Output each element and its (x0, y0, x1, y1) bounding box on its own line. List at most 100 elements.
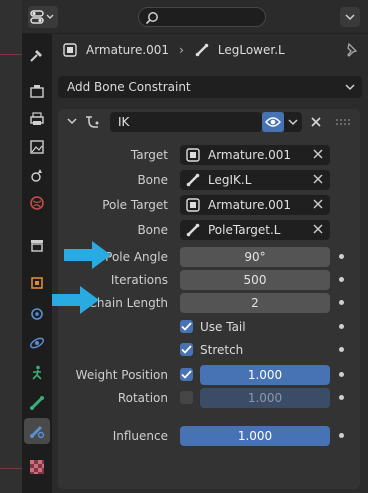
close-icon[interactable] (310, 116, 322, 128)
armature-figure-icon (32, 365, 42, 380)
rotation-row: Rotation 1.000 (58, 388, 360, 408)
rotation-slider[interactable]: 1.000 (200, 388, 330, 408)
tab-modifiers[interactable] (24, 300, 50, 326)
target-field[interactable]: Armature.001 (180, 145, 330, 165)
properties-editor-icon (30, 10, 54, 24)
physics-icon (29, 337, 45, 349)
keyframe-dot[interactable] (339, 433, 344, 438)
iterations-field[interactable]: 500 (180, 270, 330, 290)
search-input[interactable] (138, 7, 266, 27)
bone-constraint-icon (30, 425, 45, 439)
chain-length-value: 2 (251, 296, 259, 310)
tab-texture[interactable] (24, 454, 50, 480)
pole-target-field[interactable]: Armature.001 (180, 195, 330, 215)
rotation-checkbox[interactable] (180, 391, 193, 404)
add-bone-constraint-dropdown[interactable]: Add Bone Constraint (58, 76, 362, 98)
keyframe-dot[interactable] (339, 300, 344, 305)
annotation-arrow-chain-length (52, 286, 99, 314)
keyframe-dot[interactable] (339, 324, 344, 329)
pole-target-label: Pole Target (102, 198, 168, 212)
keyframe-dot[interactable] (339, 372, 344, 377)
eye-icon (265, 117, 281, 127)
constraint-menu-button[interactable] (284, 112, 302, 132)
modifier-icon (31, 308, 43, 320)
tab-object[interactable] (24, 270, 50, 296)
stretch-row: Stretch (58, 340, 360, 360)
iterations-label: Iterations (110, 273, 168, 287)
chevron-down-icon (345, 84, 355, 91)
tab-bone[interactable] (24, 390, 50, 416)
tab-physics[interactable] (24, 330, 50, 356)
pole-bone-field[interactable]: PoleTarget.L (180, 220, 330, 240)
keyframe-dot[interactable] (339, 277, 344, 282)
tab-scene[interactable] (24, 162, 50, 188)
chain-length-field[interactable]: 2 (180, 293, 330, 313)
pin-button[interactable] (344, 42, 358, 61)
bone-field[interactable]: LegIK.L (180, 170, 330, 190)
breadcrumb-separator: › (179, 43, 184, 57)
tab-object-data[interactable] (24, 360, 50, 386)
options-dropdown-button[interactable] (340, 7, 360, 27)
influence-value: 1.000 (237, 429, 273, 443)
breadcrumb: Armature.001 › LegLower.L (52, 34, 368, 66)
use-tail-checkbox[interactable] (180, 320, 193, 333)
tab-bone-constraints[interactable] (24, 418, 50, 444)
influence-row: Influence 1.000 (58, 426, 360, 446)
constraint-header: IK (58, 109, 360, 135)
clear-icon[interactable] (312, 223, 324, 235)
weight-position-value: 1.000 (247, 368, 283, 382)
image-icon (30, 140, 44, 154)
bone-label: Bone (137, 173, 168, 187)
tab-world[interactable] (24, 190, 50, 216)
iterations-value: 500 (243, 273, 267, 287)
ik-constraint-panel: IK Target Armature.001 Bone LegIK.L Pole… (58, 109, 360, 489)
collapse-chevron-icon[interactable] (66, 117, 78, 127)
left-editor-strip (0, 0, 22, 493)
tab-collection[interactable] (24, 232, 50, 258)
visibility-toggle[interactable] (262, 112, 284, 132)
keyframe-dot[interactable] (339, 347, 344, 352)
weight-position-row: Weight Position 1.000 (58, 365, 360, 385)
ik-constraint-icon (86, 116, 99, 128)
pole-bone-value: PoleTarget.L (208, 223, 281, 237)
breadcrumb-armature: Armature.001 (86, 43, 170, 57)
divider-line (0, 468, 22, 469)
tab-view-layer[interactable] (24, 134, 50, 160)
scene-icon (31, 169, 42, 182)
pole-angle-field[interactable]: 90° (180, 247, 330, 267)
bone-icon (194, 42, 210, 58)
pole-bone-label: Bone (137, 223, 168, 237)
properties-tabs (22, 34, 52, 493)
constraint-name-input[interactable]: IK (110, 112, 262, 132)
clear-icon[interactable] (312, 198, 324, 210)
use-tail-label: Use Tail (200, 320, 246, 334)
divider-line (0, 54, 22, 55)
object-icon (31, 277, 43, 289)
influence-label: Influence (112, 429, 168, 443)
pole-target-row: Pole Target Armature.001 (58, 195, 360, 215)
checkmark-icon (181, 345, 192, 354)
drag-handle-icon[interactable] (336, 119, 352, 125)
weight-position-slider[interactable]: 1.000 (200, 365, 330, 385)
armature-data-icon (186, 148, 200, 162)
tab-render[interactable] (24, 78, 50, 104)
constraint-name: IK (118, 115, 130, 129)
tab-output[interactable] (24, 106, 50, 132)
clear-icon[interactable] (312, 148, 324, 160)
breadcrumb-bone: LegLower.L (217, 43, 285, 57)
checkmark-icon (181, 322, 192, 331)
keyframe-dot[interactable] (339, 395, 344, 400)
chain-length-label: Chain Length (88, 296, 168, 310)
stretch-checkbox[interactable] (180, 343, 193, 356)
printer-icon (30, 112, 44, 125)
chevron-down-icon (288, 119, 298, 126)
checker-texture-icon (30, 460, 44, 474)
weight-position-checkbox[interactable] (180, 368, 193, 381)
checkmark-icon (181, 370, 192, 379)
clear-icon[interactable] (312, 173, 324, 185)
keyframe-dot[interactable] (339, 254, 344, 259)
tab-tool[interactable] (24, 42, 50, 68)
influence-slider[interactable]: 1.000 (180, 426, 330, 446)
editor-type-button[interactable] (28, 6, 58, 28)
bone-icon (186, 223, 200, 237)
